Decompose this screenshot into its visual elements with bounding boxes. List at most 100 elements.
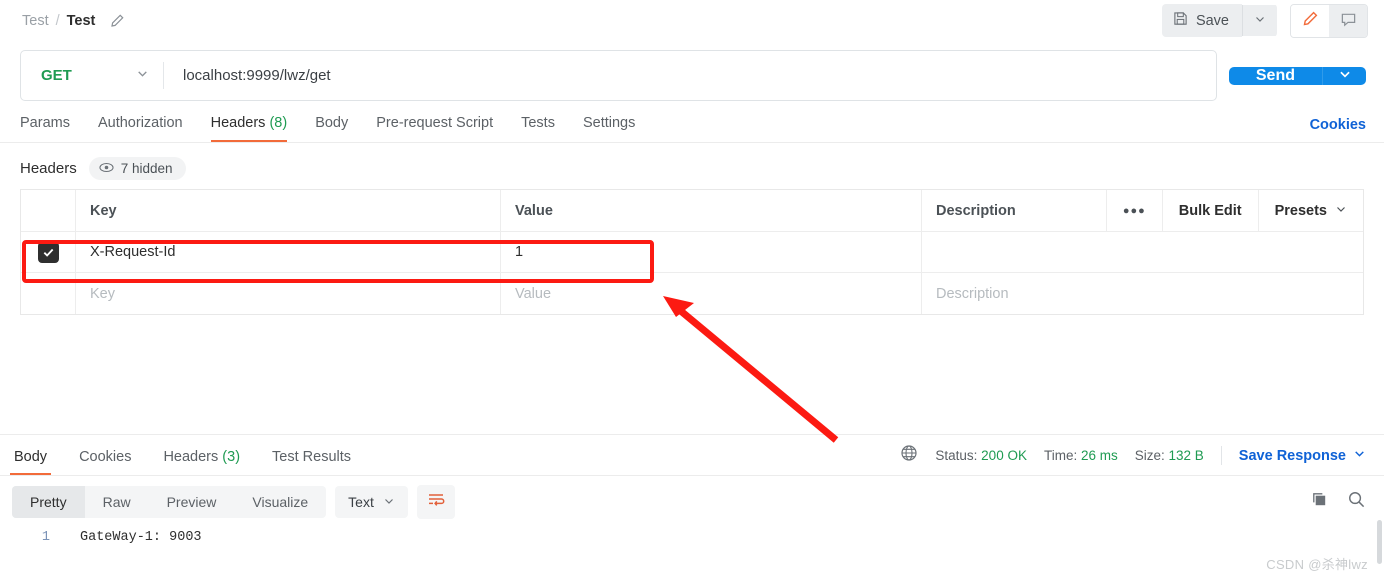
- save-dropdown-button[interactable]: [1242, 5, 1277, 36]
- response-type-select[interactable]: Text: [335, 486, 408, 518]
- format-raw[interactable]: Raw: [85, 486, 149, 518]
- header-value-input[interactable]: 1: [501, 232, 922, 272]
- tab-count: (3): [222, 449, 241, 465]
- response-tab-cookies[interactable]: Cookies: [75, 449, 135, 475]
- column-header-description: Description: [936, 202, 1016, 219]
- tab-pre-request-script[interactable]: Pre-request Script: [376, 115, 493, 142]
- status-info: Status: 200 OK: [935, 448, 1027, 463]
- url-input[interactable]: localhost:9999/lwz/get: [164, 67, 1216, 84]
- tab-label: Authorization: [97, 115, 183, 131]
- presets-button[interactable]: Presets: [1257, 190, 1363, 231]
- format-preview[interactable]: Preview: [149, 486, 235, 518]
- response-tab-body[interactable]: Body: [10, 449, 52, 475]
- save-button-label: Save: [1195, 12, 1229, 29]
- chevron-down-icon: [1335, 203, 1347, 219]
- pencil-icon[interactable]: [109, 13, 125, 29]
- view-toggle-group: [1290, 3, 1368, 38]
- response-meta: Status: 200 OK Time: 26 ms Size: 132 B S…: [900, 444, 1366, 475]
- edit-mode-button[interactable]: [1291, 4, 1329, 37]
- chevron-down-icon: [136, 67, 149, 85]
- header-key-input[interactable]: X-Request-Id: [76, 232, 501, 272]
- header-description-input[interactable]: [922, 232, 1363, 272]
- floppy-disk-icon: [1173, 11, 1188, 30]
- breadcrumb-current[interactable]: Test: [67, 13, 96, 29]
- send-button[interactable]: Send: [1228, 66, 1322, 85]
- headers-table: Key Value Description ●●● Bulk Edit Pres…: [20, 189, 1364, 315]
- method-label: GET: [41, 67, 72, 84]
- tab-label: Body: [14, 449, 48, 465]
- save-response-label: Save Response: [1238, 447, 1346, 464]
- presets-label: Presets: [1274, 202, 1327, 219]
- response-toolbar: Pretty Raw Preview Visualize Text: [0, 476, 1384, 519]
- breadcrumb-parent[interactable]: Test: [22, 13, 49, 29]
- tab-label: Body: [315, 115, 349, 131]
- table-row[interactable]: Key Value Description: [21, 273, 1363, 314]
- tab-tests[interactable]: Tests: [521, 115, 555, 142]
- new-header-key-input[interactable]: Key: [76, 273, 501, 314]
- tab-params[interactable]: Params: [20, 115, 70, 142]
- tab-body[interactable]: Body: [315, 115, 348, 142]
- format-visualize[interactable]: Visualize: [234, 486, 326, 518]
- top-bar: Test / Test Save: [0, 0, 1384, 41]
- new-header-description-input[interactable]: Description: [922, 273, 1363, 314]
- line-number: 1: [41, 530, 50, 545]
- response-format-controls: Pretty Raw Preview Visualize Text: [12, 485, 455, 519]
- response-tab-list: Body Cookies Headers (3) Test Results: [0, 449, 355, 475]
- row-checkbox-cell: [21, 273, 76, 314]
- hidden-headers-pill[interactable]: 7 hidden: [88, 157, 186, 180]
- column-header-value: Value: [501, 190, 922, 231]
- tab-label: Pre-request Script: [376, 115, 494, 131]
- size-value: 132 B: [1168, 448, 1204, 463]
- response-tool-right: [1310, 490, 1366, 514]
- tab-settings[interactable]: Settings: [583, 115, 635, 142]
- tab-count: (8): [269, 115, 288, 131]
- word-wrap-button[interactable]: [416, 485, 455, 519]
- word-wrap-icon: [427, 492, 445, 513]
- bulk-edit-button[interactable]: Bulk Edit: [1161, 190, 1258, 231]
- method-selector[interactable]: GET: [21, 67, 163, 85]
- headers-table-actions: ●●● Bulk Edit Presets: [1105, 190, 1363, 231]
- more-actions-button[interactable]: ●●●: [1105, 190, 1162, 231]
- response-format-segmented: Pretty Raw Preview Visualize: [12, 486, 327, 518]
- time-label: Time:: [1043, 448, 1078, 463]
- chevron-down-icon: [1353, 447, 1366, 464]
- headers-section-title: Headers: [20, 160, 77, 177]
- status-label: Status:: [935, 448, 978, 463]
- response-scrollbar[interactable]: [1377, 520, 1382, 564]
- chevron-down-icon: [1254, 13, 1266, 28]
- request-tab-list: Params Authorization Headers (8) Body Pr…: [20, 115, 635, 142]
- comments-button[interactable]: [1329, 4, 1367, 37]
- tab-headers[interactable]: Headers (8): [210, 115, 288, 142]
- tab-label: Headers: [163, 449, 219, 465]
- hidden-headers-label: 7 hidden: [120, 161, 173, 176]
- search-icon[interactable]: [1347, 490, 1366, 514]
- response-body-text[interactable]: GateWay-1: 9003: [50, 530, 202, 545]
- send-dropdown-button[interactable]: [1322, 66, 1366, 85]
- response-tab-test-results[interactable]: Test Results: [268, 449, 355, 475]
- row-checkbox-cell: [21, 232, 76, 272]
- meta-divider: [1220, 446, 1222, 465]
- tab-label: Headers: [210, 115, 266, 131]
- url-bar: GET localhost:9999/lwz/get Send: [0, 50, 1384, 101]
- save-button[interactable]: Save: [1161, 4, 1242, 37]
- tab-label: Test Results: [272, 449, 352, 465]
- cookies-link[interactable]: Cookies: [1310, 117, 1366, 142]
- row-checkbox[interactable]: [37, 241, 59, 263]
- tab-label: Tests: [521, 115, 555, 131]
- top-actions: Save: [1161, 3, 1368, 38]
- format-pretty[interactable]: Pretty: [12, 486, 85, 518]
- new-header-value-input[interactable]: Value: [501, 273, 922, 314]
- response-tab-headers[interactable]: Headers (3): [159, 449, 244, 475]
- copy-icon[interactable]: [1310, 490, 1329, 514]
- response-body: 1 GateWay-1: 9003: [0, 519, 1384, 545]
- tab-authorization[interactable]: Authorization: [98, 115, 183, 142]
- status-value: 200 OK: [981, 448, 1027, 463]
- tab-label: Cookies: [79, 449, 132, 465]
- postman-window: Test / Test Save GET localhost:9999/lwz/…: [0, 0, 1384, 581]
- comment-icon: [1340, 11, 1357, 31]
- ellipsis-icon: ●●●: [1122, 204, 1146, 217]
- time-value: 26 ms: [1080, 448, 1118, 463]
- table-row[interactable]: X-Request-Id 1: [21, 232, 1363, 273]
- save-response-button[interactable]: Save Response: [1239, 447, 1366, 464]
- size-label: Size:: [1134, 448, 1165, 463]
